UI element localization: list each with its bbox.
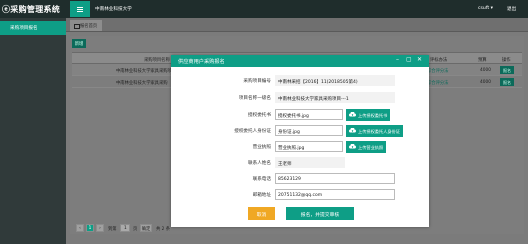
goto-prefix: 到第 xyxy=(108,227,117,232)
contact-phone-field[interactable]: 85623129 xyxy=(275,173,395,184)
project-number-field[interactable]: 中南林采招【2016】11(2018505第4) xyxy=(275,75,395,86)
sidebar: 采购项目报名 xyxy=(0,18,66,244)
row-project-name: 中南林业科技大学家具采购 xyxy=(116,81,168,86)
close-icon[interactable]: ✕ xyxy=(417,57,422,63)
authorized-id-file[interactable]: 身份证.jpg xyxy=(275,125,343,136)
field-label: 采购项目编号 xyxy=(243,79,271,84)
row-budget: 4000 xyxy=(480,80,491,85)
dialog-title: 供应商用户采购报名 xyxy=(178,59,225,65)
contact-name-field[interactable]: 王老师 xyxy=(275,157,345,168)
tab-bar: 报名首页 xyxy=(66,18,528,32)
upload-license-button[interactable]: 上传营业执照 xyxy=(346,141,387,153)
app-logo: ⓔ采购管理系统 xyxy=(2,4,61,14)
submit-registration-button[interactable]: 报名，并提交审核 xyxy=(286,207,354,220)
business-license-file[interactable]: 营业执照.jpg xyxy=(275,141,343,152)
cloud-upload-icon xyxy=(349,112,356,117)
field-authorized-id: 授权委托人身份证 身份证.jpg 上传授权委托人身份证 xyxy=(171,125,429,137)
field-label: 联系人姓名 xyxy=(248,161,271,166)
row-method: 综合评分法 xyxy=(427,69,449,74)
field-label: 联系电话 xyxy=(252,177,271,182)
total-count: 共 2 条 xyxy=(156,227,171,232)
next-page-button[interactable]: › xyxy=(96,224,104,232)
field-label: 授权委托书 xyxy=(248,113,271,118)
sidebar-item-registration[interactable]: 采购项目报名 xyxy=(0,21,66,35)
field-email: 邮箱地址 20751132@qq.com xyxy=(171,189,429,201)
menu-toggle-button[interactable] xyxy=(70,1,90,17)
hamburger-icon xyxy=(77,7,83,8)
maximize-icon[interactable]: ▢ xyxy=(406,57,412,63)
field-label: 项目名称一级名 xyxy=(238,96,271,101)
goto-page-input[interactable]: 1 xyxy=(120,224,130,232)
field-project-name: 项目名称一级名 中南林业科技大学家具采购项目---1 xyxy=(171,92,429,104)
column-header-budget[interactable]: 预算 xyxy=(478,57,487,63)
project-name-field[interactable]: 中南林业科技大学家具采购项目---1 xyxy=(275,92,395,103)
field-project-number: 采购项目编号 中南林采招【2016】11(2018505第4) xyxy=(171,75,429,87)
goto-confirm-button[interactable]: 确定 xyxy=(140,224,152,232)
user-menu[interactable]: csuft ▾ xyxy=(478,6,493,11)
field-contact-name: 联系人姓名 王老师 xyxy=(171,157,429,169)
university-name: 中南林业科技大学 xyxy=(95,7,132,12)
cancel-button[interactable]: 取消 xyxy=(248,207,275,220)
cloud-upload-icon xyxy=(349,144,356,149)
top-bar: ⓔ采购管理系统 中南林业科技大学 csuft ▾ 退出 xyxy=(0,0,528,18)
row-project-name: 中南林业科技大学家具采购项目 xyxy=(116,69,177,74)
logout-link[interactable]: 退出 xyxy=(507,6,516,12)
column-header-name[interactable]: 采购项目名称 xyxy=(144,57,170,63)
row-method: 综合评分法 xyxy=(427,81,449,86)
column-header-action: 操作 xyxy=(502,58,511,63)
upload-id-button[interactable]: 上传授权委托人身份证 xyxy=(346,125,403,137)
field-label: 邮箱地址 xyxy=(252,193,271,198)
registration-dialog: 供应商用户采购报名 – ▢ ✕ 采购项目编号 中南林采招【2016】11(201… xyxy=(171,55,429,227)
field-label: 营业执照 xyxy=(252,145,271,150)
cloud-upload-icon xyxy=(349,128,356,133)
field-contact-phone: 联系电话 85623129 xyxy=(171,173,429,185)
field-authorization-letter: 授权委托书 授权委托书.jpg 上传授权委托书 xyxy=(171,109,429,121)
goto-suffix: 页 xyxy=(133,227,138,232)
prev-page-button[interactable]: ‹ xyxy=(76,224,84,232)
page-1-button[interactable]: 1 xyxy=(86,224,94,232)
column-header-method[interactable]: 评标办法 xyxy=(430,57,447,63)
row-budget: 4000 xyxy=(480,68,491,73)
upload-authorization-button[interactable]: 上传授权委托书 xyxy=(346,109,391,121)
add-button[interactable]: 新增 xyxy=(72,39,86,48)
register-button[interactable]: 报名 xyxy=(500,66,514,74)
tab-home[interactable]: 报名首页 xyxy=(70,20,103,31)
register-button[interactable]: 报名 xyxy=(500,78,514,86)
minimize-icon[interactable]: – xyxy=(396,57,399,63)
authorization-letter-file[interactable]: 授权委托书.jpg xyxy=(275,109,343,120)
field-business-license: 营业执照 营业执照.jpg 上传营业执照 xyxy=(171,141,429,153)
email-field[interactable]: 20751132@qq.com xyxy=(275,189,395,200)
dialog-header: 供应商用户采购报名 – ▢ ✕ xyxy=(171,55,429,67)
field-label: 授权委托人身份证 xyxy=(234,129,271,134)
